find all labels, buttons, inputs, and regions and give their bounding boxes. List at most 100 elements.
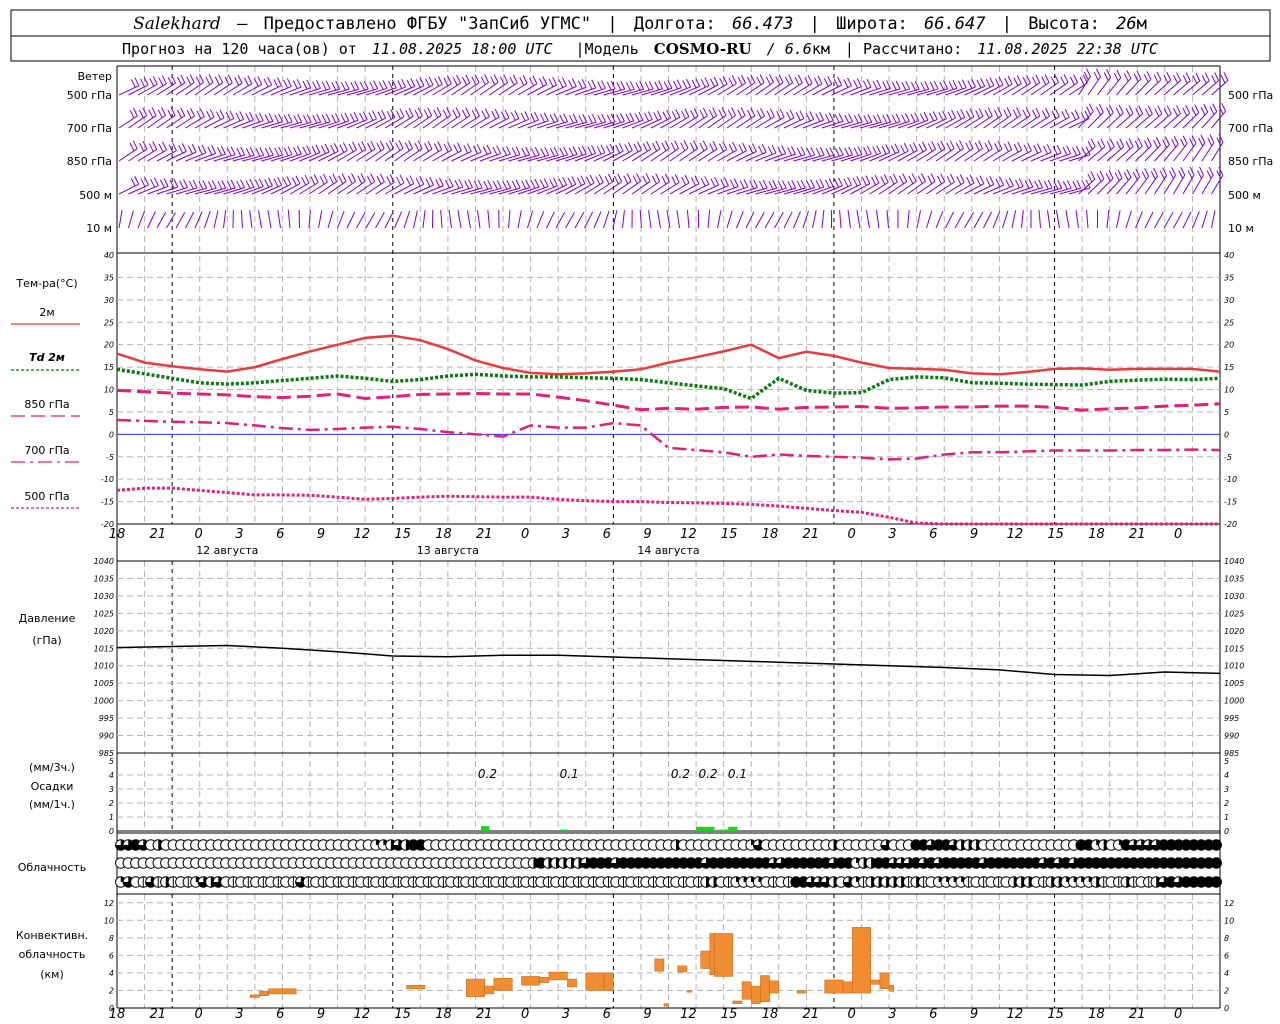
x-tick-label: 15 <box>394 527 411 542</box>
wind-barb-shaft <box>831 85 852 96</box>
wind-barb-shaft <box>1116 210 1121 229</box>
wind-barb <box>1154 212 1164 229</box>
y-tick-label-left: 1 <box>109 813 114 822</box>
wind-barb-feather <box>1157 105 1163 115</box>
wind-barb-feather <box>452 77 458 86</box>
wind-barb-shaft <box>964 183 985 195</box>
wind-barb-feather <box>377 111 383 121</box>
wind-barb <box>470 74 489 96</box>
wind-barb-feather <box>989 176 995 185</box>
wind-barb <box>745 74 765 96</box>
wind-barb <box>1163 167 1177 195</box>
wind-barb-feather <box>741 74 746 84</box>
wind-barb <box>916 210 922 229</box>
wind-barb-feather <box>629 81 635 90</box>
wind-barb <box>1049 74 1069 96</box>
x-tick-label: 0 <box>194 527 202 542</box>
wind-barb-shaft <box>679 148 698 162</box>
wind-barb <box>1154 105 1172 129</box>
wind-barb-shaft <box>793 211 801 229</box>
wind-barb-feather <box>980 78 986 87</box>
wind-barb-feather <box>354 81 360 90</box>
wind-barb-shaft <box>204 153 226 162</box>
wind-barb-shaft <box>660 148 679 162</box>
wind-barb-feather <box>409 175 415 184</box>
y-tick-label-left: 1040 <box>94 557 114 566</box>
wind-barb-feather <box>297 114 303 123</box>
alt-unit: м <box>1137 14 1147 34</box>
y-tick-label-left: 0 <box>109 430 114 439</box>
wind-barb-feather <box>591 114 597 123</box>
wind-barb-feather <box>465 74 471 83</box>
wind-barb <box>1125 137 1143 162</box>
wind-barb <box>441 74 461 96</box>
wind-barb-feather <box>767 146 773 155</box>
wind-barb-feather <box>712 140 718 150</box>
wind-barb-shaft <box>736 151 757 162</box>
y-tick-label-right: 0 <box>1224 1004 1229 1013</box>
wind-barb-feather <box>539 179 545 189</box>
wind-barb <box>403 210 411 229</box>
wind-barb-shaft <box>422 210 426 229</box>
wind-barb <box>1192 72 1210 96</box>
convective-bar <box>714 933 734 977</box>
wind-barb-feather <box>680 142 686 151</box>
wind-barb-feather <box>1194 104 1200 113</box>
wind-barb <box>365 80 388 96</box>
wind-barb <box>267 210 272 229</box>
wind-barb-feather <box>940 140 946 150</box>
wind-barb-feather <box>1072 147 1078 156</box>
wind-barb-feather <box>1128 138 1134 147</box>
precip-bar <box>480 826 490 831</box>
wind-barb-feather <box>313 174 319 183</box>
wind-barb-feather <box>1209 106 1215 115</box>
wind-barb-shaft <box>774 212 784 229</box>
wind-barb-shaft <box>584 87 606 96</box>
wind-barb-feather <box>819 178 825 188</box>
convective-bar <box>268 988 297 995</box>
wind-barb-shaft <box>565 183 586 195</box>
wind-barb <box>175 212 186 229</box>
x-tick-label: 18 <box>435 527 452 542</box>
wind-barb-shaft <box>204 210 211 229</box>
y-tick-label-right: -20 <box>1224 520 1237 529</box>
wind-barb-shaft <box>1192 111 1209 129</box>
wind-barb-shaft <box>1021 82 1041 96</box>
wind-barb-shaft <box>726 115 746 129</box>
wind-barb-feather <box>615 144 621 154</box>
wind-barb <box>1173 212 1183 229</box>
wind-barb-shaft <box>223 210 227 229</box>
x-tick-label: 21 <box>476 527 493 542</box>
wind-barb <box>916 141 937 162</box>
y-tick-label-right: 1025 <box>1224 609 1244 618</box>
wind-barb <box>926 173 946 195</box>
pressure-unit: (гПа) <box>32 634 61 647</box>
wind-barb-feather <box>553 146 559 156</box>
wind-level-10m-right: 10 м <box>1228 222 1254 235</box>
wind-barb-feather <box>341 173 347 182</box>
wind-barb-feather <box>542 76 548 85</box>
wind-barb-shaft <box>261 121 283 129</box>
wind-barb-feather <box>882 81 888 90</box>
wind-barb-shaft <box>536 84 557 96</box>
wind-barb <box>964 107 984 129</box>
wind-barb-feather <box>938 112 944 121</box>
wind-barb-feather <box>682 80 688 89</box>
wind-barb-shaft <box>422 83 443 96</box>
x-tick-label: 3 <box>562 1007 570 1022</box>
wind-barb-feather <box>727 109 733 118</box>
wind-barb-feather <box>274 147 280 157</box>
wind-barb-feather <box>930 173 936 182</box>
wind-barb-shaft <box>603 210 610 229</box>
wind-barb-feather <box>700 79 706 88</box>
wind-barb <box>1065 210 1070 229</box>
y-tick-label-left: 995 <box>99 714 114 723</box>
wind-barb-feather <box>872 80 878 90</box>
wind-barb-feather <box>405 110 411 119</box>
wind-barb-feather <box>525 179 531 188</box>
y-tick-label-left: 990 <box>99 732 114 741</box>
wind-barb <box>1021 107 1041 129</box>
wind-barb-feather <box>853 147 859 156</box>
wind-barb <box>783 74 803 96</box>
wind-barb-feather <box>1211 75 1217 84</box>
